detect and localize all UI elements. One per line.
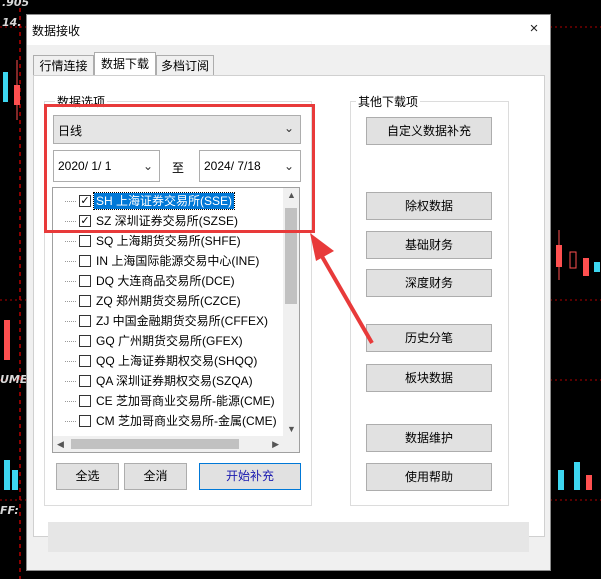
market-checkbox[interactable] [79, 235, 91, 247]
custom-data-supplement-button[interactable]: 自定义数据补充 [366, 117, 492, 145]
title-bar[interactable]: 数据接收 × [27, 15, 550, 45]
tree-connector [65, 421, 76, 422]
tree-connector [65, 361, 76, 362]
select-all-button[interactable]: 全选 [56, 463, 119, 490]
market-checkbox[interactable] [79, 355, 91, 367]
scroll-thumb[interactable] [71, 439, 239, 449]
price-label: 14. [2, 16, 22, 29]
market-checkbox[interactable] [79, 255, 91, 267]
price-label: .905 [2, 0, 30, 9]
red-highlight-box [44, 104, 315, 233]
market-label: DQ 大连商品交易所(DCE) [96, 274, 235, 288]
ex-rights-data-button[interactable]: 除权数据 [366, 192, 492, 220]
list-item[interactable]: ZQ 郑州期货交易所(CZCE) [53, 291, 283, 311]
tab-multilevel-subscription[interactable]: 多档订阅 [156, 55, 214, 75]
list-item[interactable]: SQ 上海期货交易所(SHFE) [53, 231, 283, 251]
window-title: 数据接收 [32, 24, 81, 38]
sector-data-button[interactable]: 板块数据 [366, 364, 492, 392]
status-bar [48, 522, 529, 552]
red-arrow-annotation [310, 233, 374, 345]
list-item[interactable]: IN 上海国际能源交易中心(INE) [53, 251, 283, 271]
tree-connector [65, 341, 76, 342]
list-item[interactable]: CE 芝加哥商业交易所-能源(CME) [53, 391, 283, 411]
market-label: GQ 广州期货交易所(GFEX) [96, 334, 243, 348]
market-checkbox[interactable] [79, 375, 91, 387]
tree-connector [65, 321, 76, 322]
scroll-corner [283, 436, 299, 452]
list-item[interactable]: GQ 广州期货交易所(GFEX) [53, 331, 283, 351]
scroll-left-icon[interactable]: ◀ [57, 439, 64, 450]
help-button[interactable]: 使用帮助 [366, 463, 492, 491]
market-checkbox[interactable] [79, 395, 91, 407]
scroll-down-icon[interactable]: ▼ [287, 424, 296, 434]
tab-quote-connection[interactable]: 行情连接 [33, 55, 94, 75]
list-item[interactable]: CM 芝加哥商业交易所-金属(CME) [53, 411, 283, 431]
tree-connector [65, 261, 76, 262]
market-checkbox[interactable] [79, 335, 91, 347]
candles-left [3, 60, 20, 490]
market-label: IN 上海国际能源交易中心(INE) [96, 254, 260, 268]
market-checkbox[interactable] [79, 275, 91, 287]
horizontal-scrollbar[interactable]: ◀ ▶ [53, 436, 283, 452]
indicator-label: FF: [0, 504, 19, 517]
close-icon[interactable]: × [524, 20, 544, 38]
market-checkbox[interactable] [79, 415, 91, 427]
scroll-right-icon[interactable]: ▶ [272, 439, 279, 450]
market-checkbox[interactable] [79, 295, 91, 307]
market-label: SQ 上海期货交易所(SHFE) [96, 234, 241, 248]
market-label: QA 深圳证券期权交易(SZQA) [96, 374, 253, 388]
deselect-all-button[interactable]: 全消 [124, 463, 187, 490]
tab-label: 数据下载 [100, 57, 149, 71]
start-download-button[interactable]: 开始补充 [199, 463, 301, 490]
market-label: CE 芝加哥商业交易所-能源(CME) [96, 394, 275, 408]
tree-connector [65, 401, 76, 402]
market-checkbox[interactable] [79, 315, 91, 327]
market-label: QQ 上海证券期权交易(SHQQ) [96, 354, 258, 368]
list-item[interactable]: DQ 大连商品交易所(DCE) [53, 271, 283, 291]
candles-right [556, 230, 600, 490]
tab-label: 多档订阅 [160, 59, 209, 73]
data-maintenance-button[interactable]: 数据维护 [366, 424, 492, 452]
tree-connector [65, 241, 76, 242]
tab-label: 行情连接 [39, 59, 88, 73]
market-label: ZJ 中国金融期货交易所(CFFEX) [96, 314, 268, 328]
list-item[interactable]: QQ 上海证券期权交易(SHQQ) [53, 351, 283, 371]
market-label: CM 芝加哥商业交易所-金属(CME) [96, 414, 277, 428]
list-item[interactable]: ZJ 中国金融期货交易所(CFFEX) [53, 311, 283, 331]
tree-connector [65, 301, 76, 302]
tree-connector [65, 281, 76, 282]
other-downloads-label: 其他下载项 [356, 93, 421, 110]
list-item[interactable]: QA 深圳证券期权交易(SZQA) [53, 371, 283, 391]
tree-connector [65, 381, 76, 382]
volume-label: UME [0, 373, 28, 386]
tab-data-download[interactable]: 数据下载 [94, 52, 156, 75]
market-label: ZQ 郑州期货交易所(CZCE) [96, 294, 241, 308]
